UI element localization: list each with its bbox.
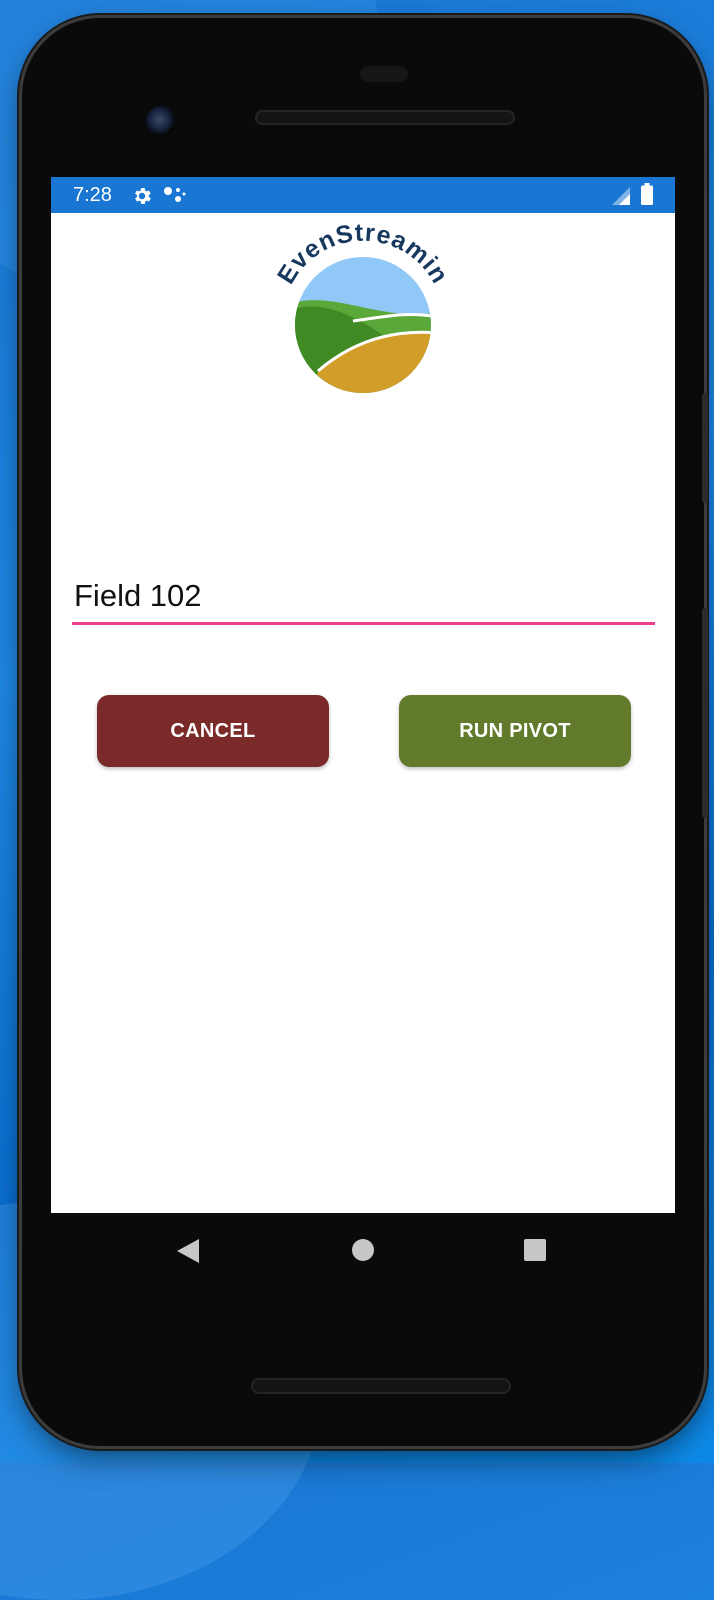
bottom-speaker — [251, 1378, 511, 1394]
power-button — [702, 393, 708, 503]
proximity-sensor — [360, 66, 408, 82]
status-bar: 7:28 — [51, 177, 675, 213]
signal-icon — [612, 187, 630, 205]
volume-button — [702, 608, 708, 818]
earpiece-speaker — [255, 110, 515, 125]
navigation-bar — [51, 1213, 675, 1288]
status-time: 7:28 — [73, 184, 112, 206]
app-screen: 7:28 EvenStreamin Field 102 CANCEL RUN P… — [51, 177, 675, 1213]
evenstreamin-logo: EvenStreamin — [273, 221, 453, 393]
run-pivot-button[interactable]: RUN PIVOT — [399, 695, 631, 767]
cancel-button[interactable]: CANCEL — [97, 695, 329, 767]
gear-icon — [135, 188, 151, 204]
home-icon[interactable] — [352, 1239, 374, 1261]
battery-icon — [641, 183, 653, 205]
recents-icon[interactable] — [524, 1239, 546, 1261]
front-camera — [146, 106, 176, 136]
dots-icon — [164, 187, 186, 202]
field-name-input[interactable]: Field 102 — [72, 573, 655, 625]
back-icon[interactable] — [175, 1237, 201, 1265]
